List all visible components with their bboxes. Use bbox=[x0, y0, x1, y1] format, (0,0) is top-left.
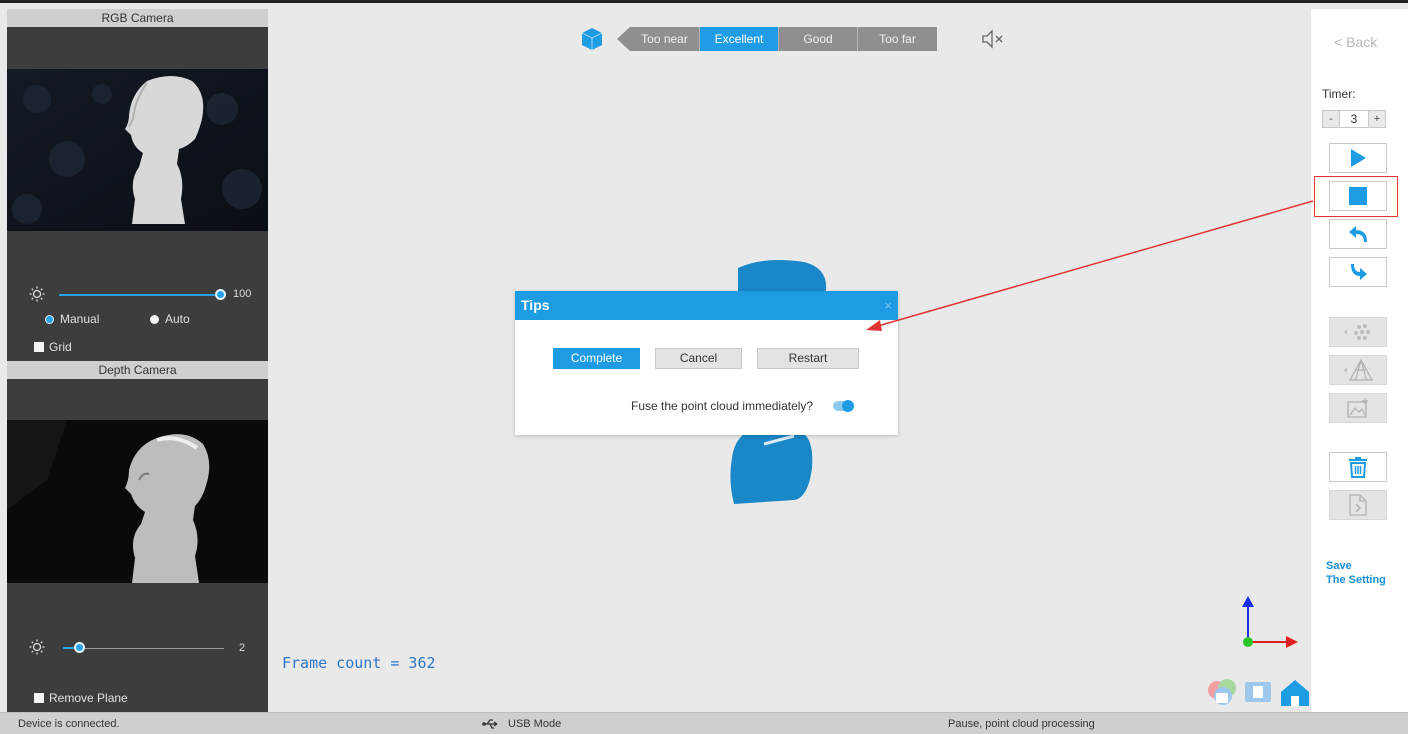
camera-panel: RGB Camera 100 Manual Auto Grid Depth Ca… bbox=[7, 9, 268, 712]
usb-mode: USB Mode bbox=[508, 718, 562, 730]
close-icon[interactable]: × bbox=[884, 291, 892, 320]
radio-dot bbox=[150, 314, 159, 324]
brightness-track bbox=[59, 294, 222, 296]
quality-excellent: Excellent bbox=[700, 27, 779, 51]
depth-track bbox=[81, 648, 224, 649]
usb-icon bbox=[482, 719, 498, 729]
timer-increment-button[interactable]: + bbox=[1368, 110, 1386, 128]
remove-plane-label: Remove Plane bbox=[49, 691, 128, 705]
point-cloud-button[interactable] bbox=[1329, 317, 1387, 347]
redo-button[interactable] bbox=[1329, 257, 1387, 287]
trash-icon bbox=[1349, 457, 1367, 478]
frame-count: Frame count = 362 bbox=[282, 654, 436, 672]
undo-icon bbox=[1349, 226, 1367, 242]
mesh-icon bbox=[1344, 358, 1374, 381]
grid-label: Grid bbox=[49, 340, 72, 354]
fuse-toggle[interactable] bbox=[833, 400, 855, 412]
save-settings-link[interactable]: Save The Setting bbox=[1326, 559, 1386, 587]
quality-too-near: Too near bbox=[630, 27, 700, 51]
brightness-icon bbox=[29, 286, 45, 302]
fuse-label: Fuse the point cloud immediately? bbox=[631, 399, 814, 413]
depth-range-slider[interactable]: 2 bbox=[7, 638, 268, 658]
remove-plane-checkbox[interactable]: Remove Plane bbox=[34, 691, 128, 705]
cloud-lock-icon bbox=[1208, 679, 1236, 705]
depth-value: 2 bbox=[239, 642, 246, 654]
axes-gizmo-icon bbox=[1242, 596, 1298, 648]
top-border bbox=[0, 0, 1408, 3]
quality-too-far: Too far bbox=[858, 27, 937, 51]
auto-radio[interactable]: Auto bbox=[150, 312, 190, 326]
manual-label: Manual bbox=[60, 312, 100, 326]
left-arrow-icon bbox=[617, 27, 630, 51]
export-file-icon bbox=[1349, 494, 1367, 516]
home-icon bbox=[1281, 680, 1309, 706]
tips-dialog: Tips × Complete Cancel Restart Fuse the … bbox=[515, 291, 898, 435]
annotation-highlight-box bbox=[1314, 176, 1398, 217]
cube-icon[interactable] bbox=[581, 27, 603, 51]
export-button[interactable] bbox=[1329, 490, 1387, 520]
add-texture-icon bbox=[1347, 398, 1368, 418]
complete-button[interactable]: Complete bbox=[553, 348, 640, 369]
point-cloud-icon bbox=[1344, 324, 1370, 340]
mesh-button[interactable] bbox=[1329, 355, 1387, 385]
process-state: Pause, point cloud processing bbox=[948, 718, 1095, 730]
grid-checkbox[interactable]: Grid bbox=[34, 340, 72, 354]
cancel-button[interactable]: Cancel bbox=[655, 348, 742, 369]
timer-decrement-button[interactable]: - bbox=[1322, 110, 1340, 128]
timer-label: Timer: bbox=[1322, 87, 1356, 101]
auto-label: Auto bbox=[165, 312, 190, 326]
timer-stepper: - 3 + bbox=[1322, 110, 1386, 128]
status-bar: Device is connected. USB Mode Pause, poi… bbox=[0, 712, 1408, 734]
brightness-value: 100 bbox=[233, 288, 252, 300]
delete-button[interactable] bbox=[1329, 452, 1387, 482]
mute-icon[interactable] bbox=[980, 28, 1006, 50]
rgb-camera-preview bbox=[7, 69, 268, 231]
computer-icon bbox=[1245, 682, 1271, 702]
brightness-knob[interactable] bbox=[215, 289, 226, 300]
distance-quality-bar: Too near Excellent Good Too far bbox=[617, 27, 937, 51]
save-line-1: Save bbox=[1326, 560, 1352, 572]
depth-camera-title: Depth Camera bbox=[7, 361, 268, 379]
dialog-title: Tips bbox=[521, 297, 550, 313]
dialog-header: Tips × bbox=[515, 291, 898, 320]
restart-button[interactable]: Restart bbox=[757, 348, 859, 369]
depth-camera-preview bbox=[7, 420, 268, 583]
redo-icon bbox=[1351, 264, 1367, 280]
device-status-icons bbox=[1208, 679, 1309, 706]
connection-status: Device is connected. bbox=[18, 718, 120, 730]
quality-good: Good bbox=[779, 27, 858, 51]
rgb-brightness-slider[interactable]: 100 bbox=[7, 285, 268, 305]
rgb-camera-title: RGB Camera bbox=[7, 9, 268, 27]
radio-selected-dot bbox=[45, 314, 54, 324]
add-texture-button[interactable] bbox=[1329, 393, 1387, 423]
depth-knob[interactable] bbox=[74, 642, 85, 653]
manual-radio[interactable]: Manual bbox=[45, 312, 99, 326]
checkbox-box bbox=[34, 342, 44, 352]
brightness-icon bbox=[29, 639, 45, 655]
timer-value[interactable]: 3 bbox=[1340, 110, 1368, 128]
checkbox-box bbox=[34, 693, 44, 703]
start-scan-button[interactable] bbox=[1329, 143, 1387, 173]
undo-button[interactable] bbox=[1329, 219, 1387, 249]
play-icon bbox=[1351, 149, 1366, 167]
save-line-2: The Setting bbox=[1326, 574, 1386, 586]
back-link[interactable]: < Back bbox=[1334, 34, 1377, 50]
